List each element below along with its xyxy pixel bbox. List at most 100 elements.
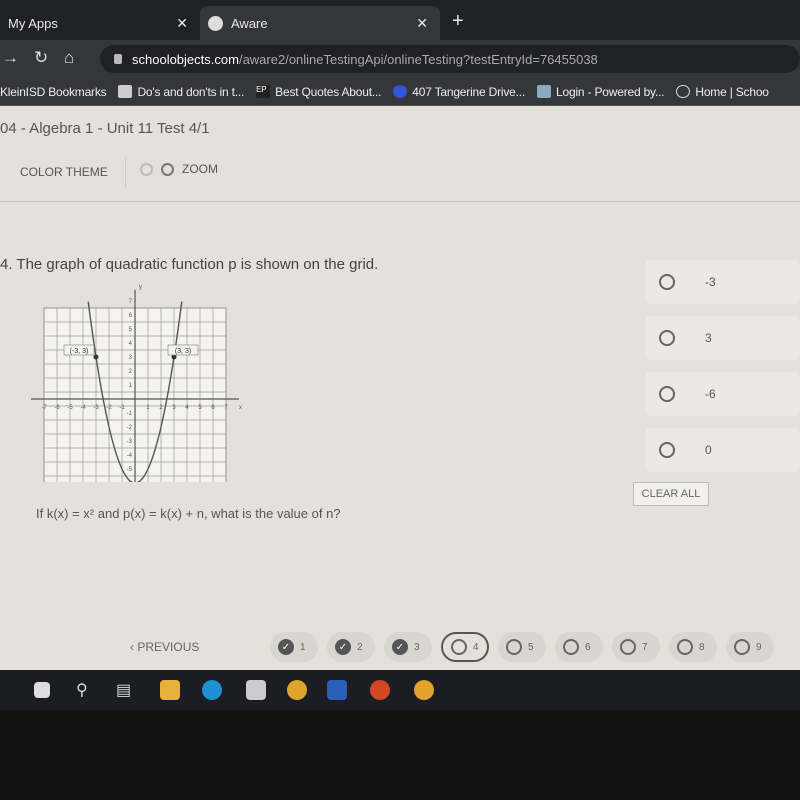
question-number: 9 <box>756 641 762 653</box>
question-text: 4. The graph of quadratic function p is … <box>0 256 379 273</box>
x-tick-label: -5 <box>67 405 73 411</box>
question-number: 8 <box>699 641 705 653</box>
bookmarks-bar: KleinISD Bookmarks Do's and don'ts in t.… <box>0 78 800 106</box>
zoom-in-icon[interactable] <box>161 162 174 176</box>
x-tick-label: -3 <box>93 405 99 411</box>
file-explorer-icon[interactable] <box>160 680 180 700</box>
search-icon[interactable]: ⚲ <box>76 680 96 700</box>
lock-icon <box>114 54 122 64</box>
question-number: 4 <box>473 641 479 653</box>
ep-icon: EP <box>256 85 271 98</box>
tab-aware[interactable]: Aware ✕ <box>200 6 440 40</box>
taskbar: ⚲ ▤ <box>0 670 800 710</box>
parabola-graph: -7-6-5-4-3-2-11234567-7-6-5-4-3-2-112345… <box>31 284 242 482</box>
test-toolbar: COLOR THEME ZOOM <box>0 152 800 202</box>
question-nav-4[interactable]: 4 <box>441 632 489 662</box>
bookmark[interactable]: KleinISD Bookmarks <box>0 85 107 99</box>
question-nav-2[interactable]: ✓ 2 <box>327 632 375 662</box>
reload-icon[interactable]: ↻ <box>34 48 48 68</box>
powerpoint-icon[interactable] <box>370 680 390 700</box>
x-tick-label: -7 <box>41 405 47 411</box>
store-icon[interactable] <box>246 680 266 700</box>
circle-icon <box>620 639 636 655</box>
x-tick-label: -4 <box>80 405 86 411</box>
site-icon <box>393 85 408 98</box>
y-tick-label: -5 <box>127 467 133 473</box>
question-number: 6 <box>585 641 591 653</box>
chrome-icon[interactable] <box>287 680 307 700</box>
radio-button[interactable] <box>659 442 675 458</box>
word-icon[interactable] <box>327 680 347 700</box>
bookmark[interactable]: Home | Schoo <box>676 85 769 99</box>
test-title: 04 - Algebra 1 - Unit 11 Test 4/1 <box>0 120 210 137</box>
tab-bar: My Apps ✕ Aware ✕ + <box>0 0 800 40</box>
y-tick-label: -1 <box>127 411 133 417</box>
page-icon <box>118 85 133 98</box>
y-tick-label: -2 <box>127 425 133 431</box>
question-nav-7[interactable]: 7 <box>612 632 660 662</box>
bookmark[interactable]: EP Best Quotes About... <box>256 85 381 99</box>
edge-icon[interactable] <box>202 680 222 700</box>
question-number: 3 <box>414 641 420 653</box>
site-icon <box>537 85 552 98</box>
circle-icon <box>677 639 693 655</box>
zoom-out-icon[interactable] <box>140 162 153 176</box>
clear-all-button[interactable]: CLEAR ALL <box>633 482 709 506</box>
close-tab-icon[interactable]: ✕ <box>176 15 188 32</box>
y-tick-label: -3 <box>127 439 133 445</box>
answer-option[interactable]: 3 <box>645 316 800 360</box>
y-tick-label: 7 <box>129 299 133 305</box>
circle-icon <box>563 639 579 655</box>
close-tab-icon[interactable]: ✕ <box>416 15 428 32</box>
answer-option[interactable]: -6 <box>645 372 800 416</box>
zoom-controls: ZOOM <box>140 162 218 176</box>
color-theme-button[interactable]: COLOR THEME <box>20 165 108 179</box>
radio-button[interactable] <box>659 274 675 290</box>
question-number: 1 <box>300 641 306 653</box>
question-number: 5 <box>528 641 534 653</box>
x-tick-label: -6 <box>54 405 60 411</box>
question-prompt: If k(x) = x² and p(x) = k(x) + n, what i… <box>36 506 341 521</box>
new-tab-icon[interactable]: + <box>452 10 464 33</box>
question-nav-6[interactable]: 6 <box>555 632 603 662</box>
radio-button[interactable] <box>659 386 675 402</box>
previous-button[interactable]: ‹ PREVIOUS <box>130 640 199 654</box>
question-nav-8[interactable]: 8 <box>669 632 717 662</box>
s-icon <box>676 85 691 98</box>
question-number: 7 <box>642 641 648 653</box>
point-label: (3, 3) <box>175 348 191 355</box>
chrome-icon[interactable] <box>414 680 434 700</box>
home-icon[interactable]: ⌂ <box>64 48 74 68</box>
task-view-icon[interactable]: ▤ <box>116 680 136 700</box>
check-icon: ✓ <box>278 639 294 655</box>
test-page: 04 - Algebra 1 - Unit 11 Test 4/1 COLOR … <box>0 106 800 670</box>
address-bar-row: → ↻ ⌂ schoolobjects.com/aware2/onlineTes… <box>0 40 800 78</box>
radio-button[interactable] <box>659 330 675 346</box>
circle-icon <box>506 639 522 655</box>
x-tick-label: -1 <box>119 405 125 411</box>
forward-icon[interactable]: → <box>2 48 19 68</box>
y-axis-label: y <box>139 284 142 290</box>
answer-option[interactable]: 0 <box>645 428 800 472</box>
check-icon: ✓ <box>392 639 408 655</box>
x-axis-label: x <box>239 405 242 411</box>
url-field[interactable]: schoolobjects.com/aware2/onlineTestingAp… <box>100 45 800 73</box>
question-nav-3[interactable]: ✓ 3 <box>384 632 432 662</box>
bookmark[interactable]: Do's and don'ts in t... <box>118 85 244 99</box>
question-nav-1[interactable]: ✓ 1 <box>270 632 318 662</box>
question-nav-5[interactable]: 5 <box>498 632 546 662</box>
bookmark[interactable]: 407 Tangerine Drive... <box>393 85 525 99</box>
answer-option[interactable]: -3 <box>645 260 800 304</box>
question-nav-9[interactable]: 9 <box>726 632 774 662</box>
tab-my-apps[interactable]: My Apps ✕ <box>0 6 200 40</box>
y-tick-label: -4 <box>127 453 133 459</box>
bookmark[interactable]: Login - Powered by... <box>537 85 665 99</box>
question-number: 2 <box>357 641 363 653</box>
check-icon: ✓ <box>335 639 351 655</box>
globe-icon <box>208 15 223 31</box>
circle-icon <box>451 639 467 655</box>
x-tick-label: 7 <box>224 405 228 411</box>
circle-icon <box>734 639 750 655</box>
x-tick-label: -2 <box>106 405 112 411</box>
windows-start-icon[interactable] <box>34 682 50 698</box>
